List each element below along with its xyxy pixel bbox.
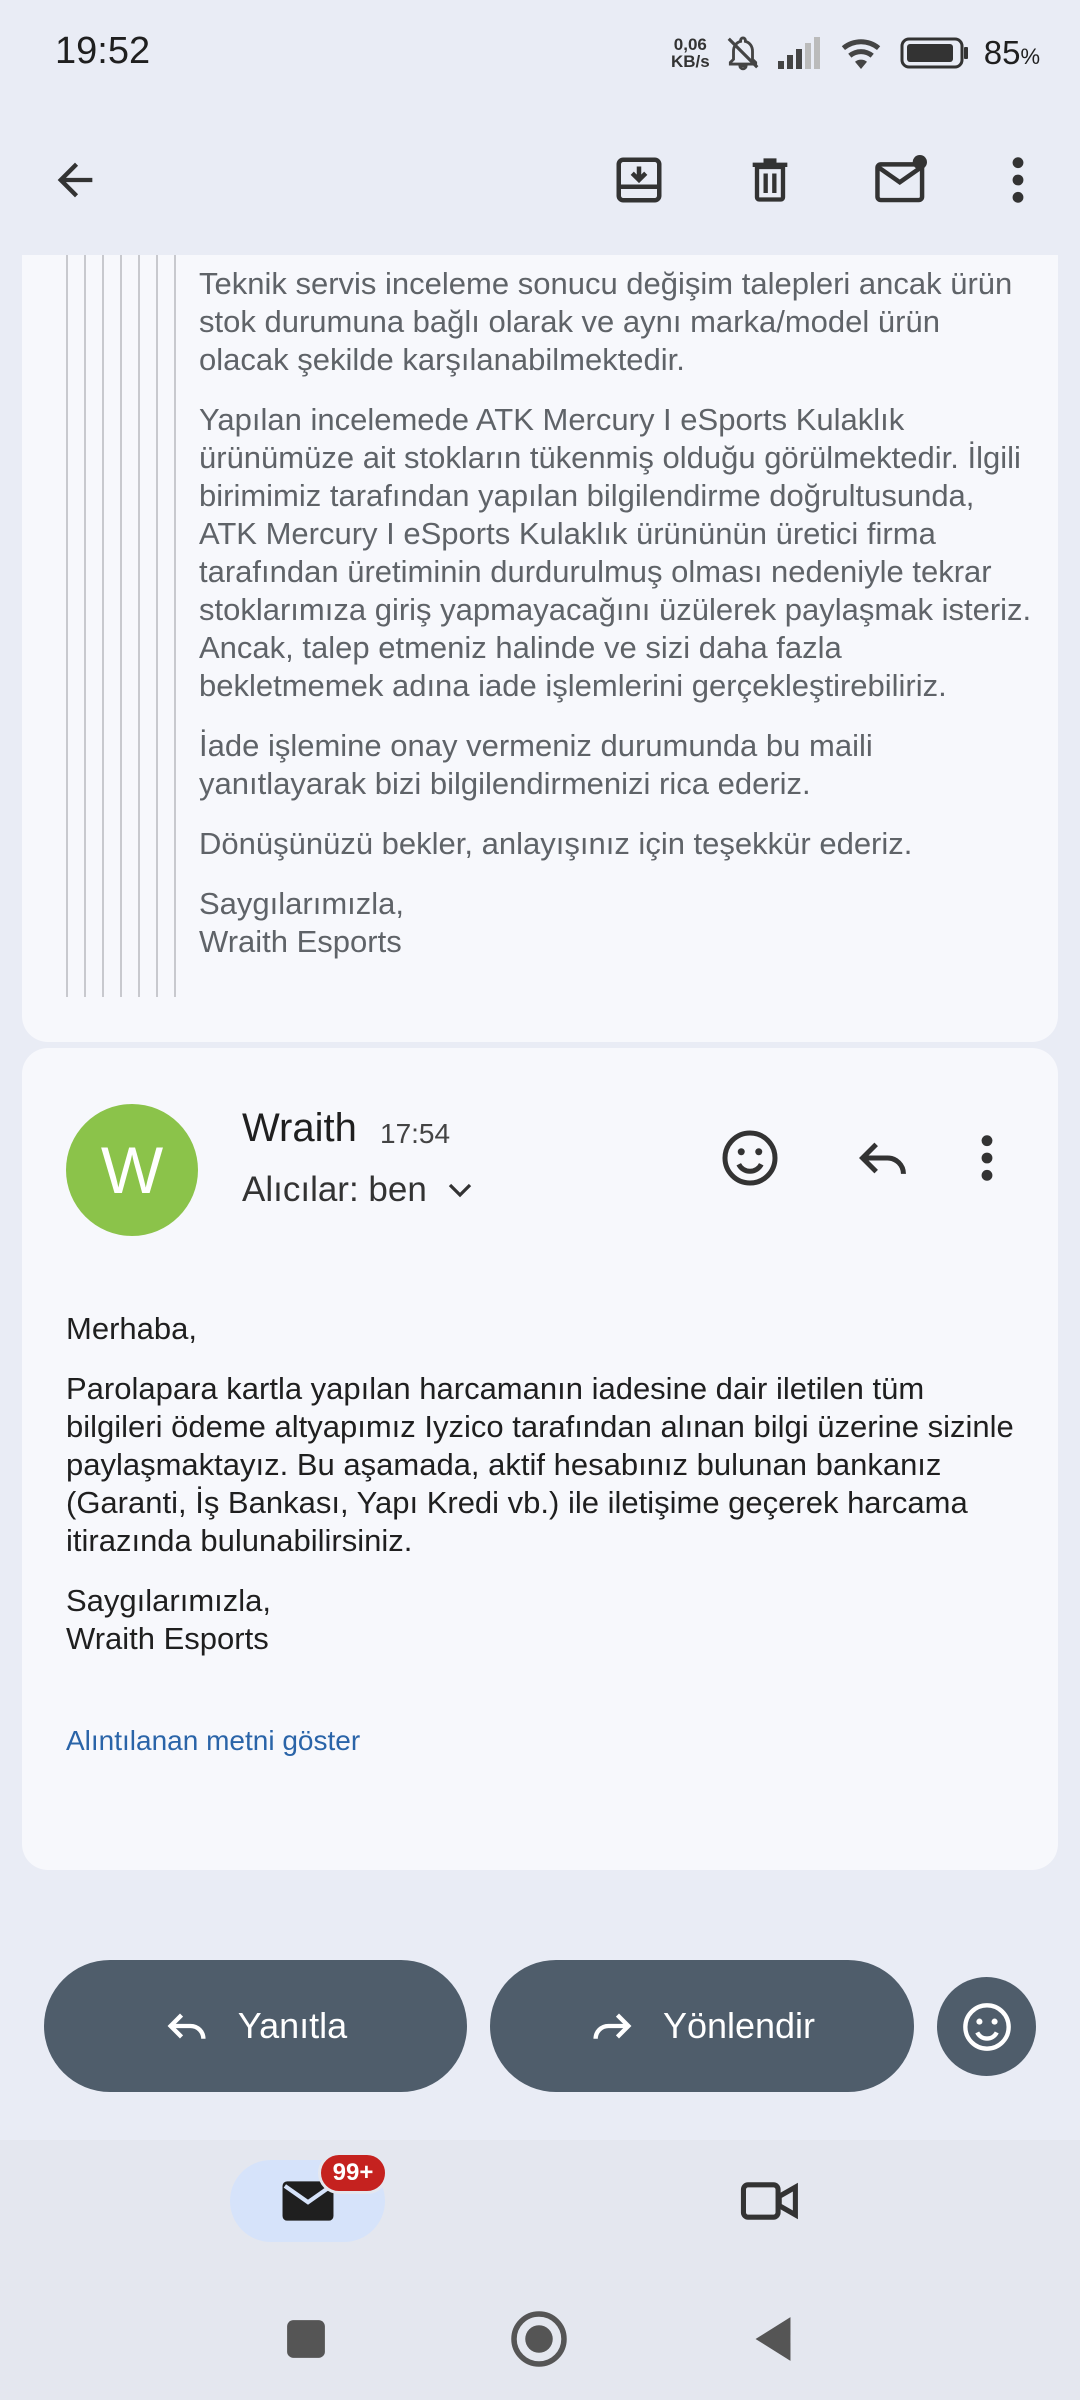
reply-icon [167,2013,206,2039]
emoji-icon [722,1130,778,1186]
wifi-icon [841,39,880,69]
home-circle-icon [511,2311,567,2367]
net-speed-unit: KB/s [670,52,710,71]
battery-percent: 85% [984,34,1040,72]
show-quoted-text-link[interactable]: Alıntılanan metni göster [66,1725,360,1757]
signoff-line1: Saygılarımızla, [66,1583,272,1618]
system-navigation-bar [0,2280,1080,2400]
status-icons: 0,06 KB/s 85% [671,28,1040,78]
sender-avatar[interactable]: W [66,1104,198,1236]
back-nav-button[interactable] [738,2304,808,2374]
more-vert-icon [981,1135,993,1181]
signal-icon [777,37,820,69]
battery-value: 85 [983,34,1021,71]
back-button[interactable] [35,140,115,220]
greeting: Merhaba, [66,1311,197,1346]
delete-icon [752,158,788,202]
quote-indent-lines [66,255,206,997]
quoted-signoff-line2: Wraith Esports [199,924,402,959]
net-speed: 0,06 KB/s [671,36,710,70]
back-arrow-icon [57,162,93,198]
battery-icon [900,37,968,69]
quoted-paragraph: Yapılan incelemede ATK Mercury I eSports… [199,402,1032,703]
recents-button[interactable] [271,2304,341,2374]
quoted-message-text: Teknik servis inceleme sonucu değişim ta… [199,265,1034,961]
forward-icon [593,2013,632,2039]
reply-icon-button[interactable] [843,1118,923,1198]
more-vert-icon [1012,157,1024,203]
quoted-paragraph: Dönüşünüzü bekler, anlayışınız için teşe… [199,826,913,861]
chevron-down-icon [448,1183,471,1198]
body-paragraph: Parolapara kartla yapılan harcamanın iad… [66,1371,1014,1558]
video-camera-icon [740,2182,798,2220]
more-options-button[interactable] [978,140,1058,220]
quoted-paragraph: İade işlemine onay vermeniz durumunda bu… [199,728,873,801]
quoted-message-card: Teknik servis inceleme sonucu değişim ta… [22,255,1058,1042]
nav-meet[interactable] [730,2170,810,2232]
battery-suffix: % [1020,44,1040,69]
quoted-signoff: Saygılarımızla, Wraith Esports [199,885,1034,961]
quoted-signoff-line1: Saygılarımızla, [199,886,405,921]
forward-button[interactable]: Yönlendir [490,1960,914,2092]
reply-icon [859,1142,906,1175]
add-reaction-button[interactable] [710,1118,790,1198]
message-body: Merhaba, Parolapara kartla yapılan harca… [66,1310,1026,1658]
emoji-icon [962,2002,1011,2051]
net-speed-value: 0,06 [673,35,707,54]
archive-icon [616,157,662,203]
signoff-line2: Wraith Esports [66,1621,269,1656]
sender-name[interactable]: Wraith [242,1106,357,1151]
message-time: 17:54 [380,1118,451,1149]
message-more-button[interactable] [957,1118,1017,1198]
status-time: 19:52 [55,30,151,72]
message-card: W Wraith 17:54 Alıcılar: ben Merhaba, Pa… [22,1048,1058,1870]
mark-unread-button[interactable] [862,140,942,220]
bottom-navigation: 99+ [0,2140,1080,2280]
triangle-back-icon [755,2317,791,2361]
quoted-paragraph: Teknik servis inceleme sonucu değişim ta… [199,266,1013,377]
signoff: Saygılarımızla, Wraith Esports [66,1582,1026,1658]
archive-button[interactable] [599,140,679,220]
recipients-toggle[interactable]: Alıcılar: ben [242,1170,475,1210]
square-icon [287,2320,325,2358]
mark-unread-icon [875,155,927,203]
mute-bell-icon [727,36,759,71]
top-app-bar [0,100,1080,255]
react-button[interactable] [937,1977,1036,2076]
forward-label: Yönlendir [662,2005,816,2046]
home-button[interactable] [504,2304,574,2374]
mail-count-badge: 99+ [318,2152,388,2194]
status-bar: 19:52 0,06 KB/s 85% [0,0,1080,100]
delete-button[interactable] [730,140,810,220]
recipients-label: Alıcılar: ben [242,1170,427,1209]
reply-label: Yanıtla [237,2005,348,2046]
reply-button[interactable]: Yanıtla [44,1960,467,2092]
